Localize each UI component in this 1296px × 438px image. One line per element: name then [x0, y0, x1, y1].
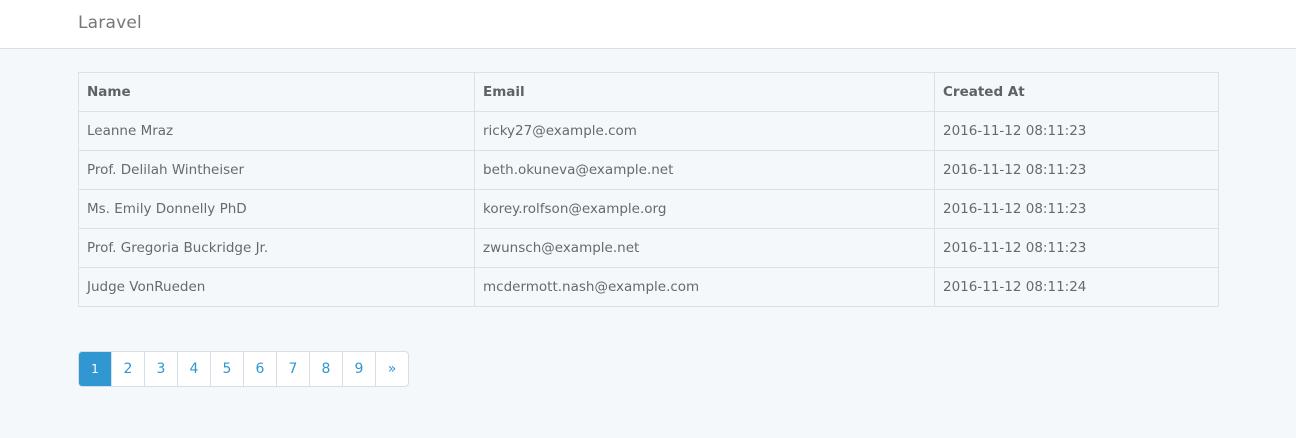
- page-link-5[interactable]: 5: [211, 352, 243, 386]
- page-item-8: 8: [309, 352, 342, 386]
- cell-email: mcdermott.nash@example.com: [474, 267, 935, 307]
- page-link-4[interactable]: 4: [178, 352, 210, 386]
- page-link-3[interactable]: 3: [145, 352, 177, 386]
- cell-created-at: 2016-11-12 08:11:23: [934, 189, 1219, 229]
- brand-link[interactable]: Laravel: [78, 13, 142, 33]
- page-link-2[interactable]: 2: [112, 352, 144, 386]
- table-row: Prof. Gregoria Buckridge Jr. zwunsch@exa…: [78, 228, 1219, 268]
- cell-name: Prof. Gregoria Buckridge Jr.: [78, 228, 475, 268]
- cell-email: zwunsch@example.net: [474, 228, 935, 268]
- page-item-1: 1: [79, 352, 111, 386]
- table-row: Leanne Mraz ricky27@example.com 2016-11-…: [78, 111, 1219, 151]
- cell-created-at: 2016-11-12 08:11:23: [934, 228, 1219, 268]
- table-row: Judge VonRueden mcdermott.nash@example.c…: [78, 267, 1219, 307]
- cell-created-at: 2016-11-12 08:11:23: [934, 111, 1219, 151]
- page-link-1[interactable]: 1: [79, 352, 111, 386]
- column-header-email: Email: [474, 72, 935, 112]
- page-item-7: 7: [276, 352, 309, 386]
- cell-created-at: 2016-11-12 08:11:23: [934, 150, 1219, 190]
- page-item-3: 3: [144, 352, 177, 386]
- cell-created-at: 2016-11-12 08:11:24: [934, 267, 1219, 307]
- page-item-6: 6: [243, 352, 276, 386]
- page-item-9: 9: [342, 352, 375, 386]
- cell-email: korey.rolfson@example.org: [474, 189, 935, 229]
- page-link-8[interactable]: 8: [310, 352, 342, 386]
- page-item-next: »: [375, 352, 408, 386]
- page-item-4: 4: [177, 352, 210, 386]
- navbar: Laravel: [0, 0, 1296, 49]
- page-item-2: 2: [111, 352, 144, 386]
- column-header-created-at: Created At: [934, 72, 1219, 112]
- users-table: Name Email Created At Leanne Mraz ricky2…: [78, 72, 1219, 307]
- cell-name: Judge VonRueden: [78, 267, 475, 307]
- cell-name: Prof. Delilah Wintheiser: [78, 150, 475, 190]
- table-header: Name Email Created At: [78, 72, 1219, 112]
- page-link-6[interactable]: 6: [244, 352, 276, 386]
- pagination: 1 2 3 4 5 6 7 8 9 »: [78, 351, 409, 387]
- page-link-9[interactable]: 9: [343, 352, 375, 386]
- cell-email: ricky27@example.com: [474, 111, 935, 151]
- page-item-5: 5: [210, 352, 243, 386]
- cell-name: Leanne Mraz: [78, 111, 475, 151]
- table-body: Leanne Mraz ricky27@example.com 2016-11-…: [78, 111, 1219, 307]
- table-row: Prof. Delilah Wintheiser beth.okuneva@ex…: [78, 150, 1219, 190]
- column-header-name: Name: [78, 72, 475, 112]
- cell-email: beth.okuneva@example.net: [474, 150, 935, 190]
- cell-name: Ms. Emily Donnelly PhD: [78, 189, 475, 229]
- main-content: Name Email Created At Leanne Mraz ricky2…: [78, 72, 1219, 307]
- table-row: Ms. Emily Donnelly PhD korey.rolfson@exa…: [78, 189, 1219, 229]
- header-row: Name Email Created At: [78, 72, 1219, 112]
- next-page-link[interactable]: »: [376, 352, 408, 386]
- page-link-7[interactable]: 7: [277, 352, 309, 386]
